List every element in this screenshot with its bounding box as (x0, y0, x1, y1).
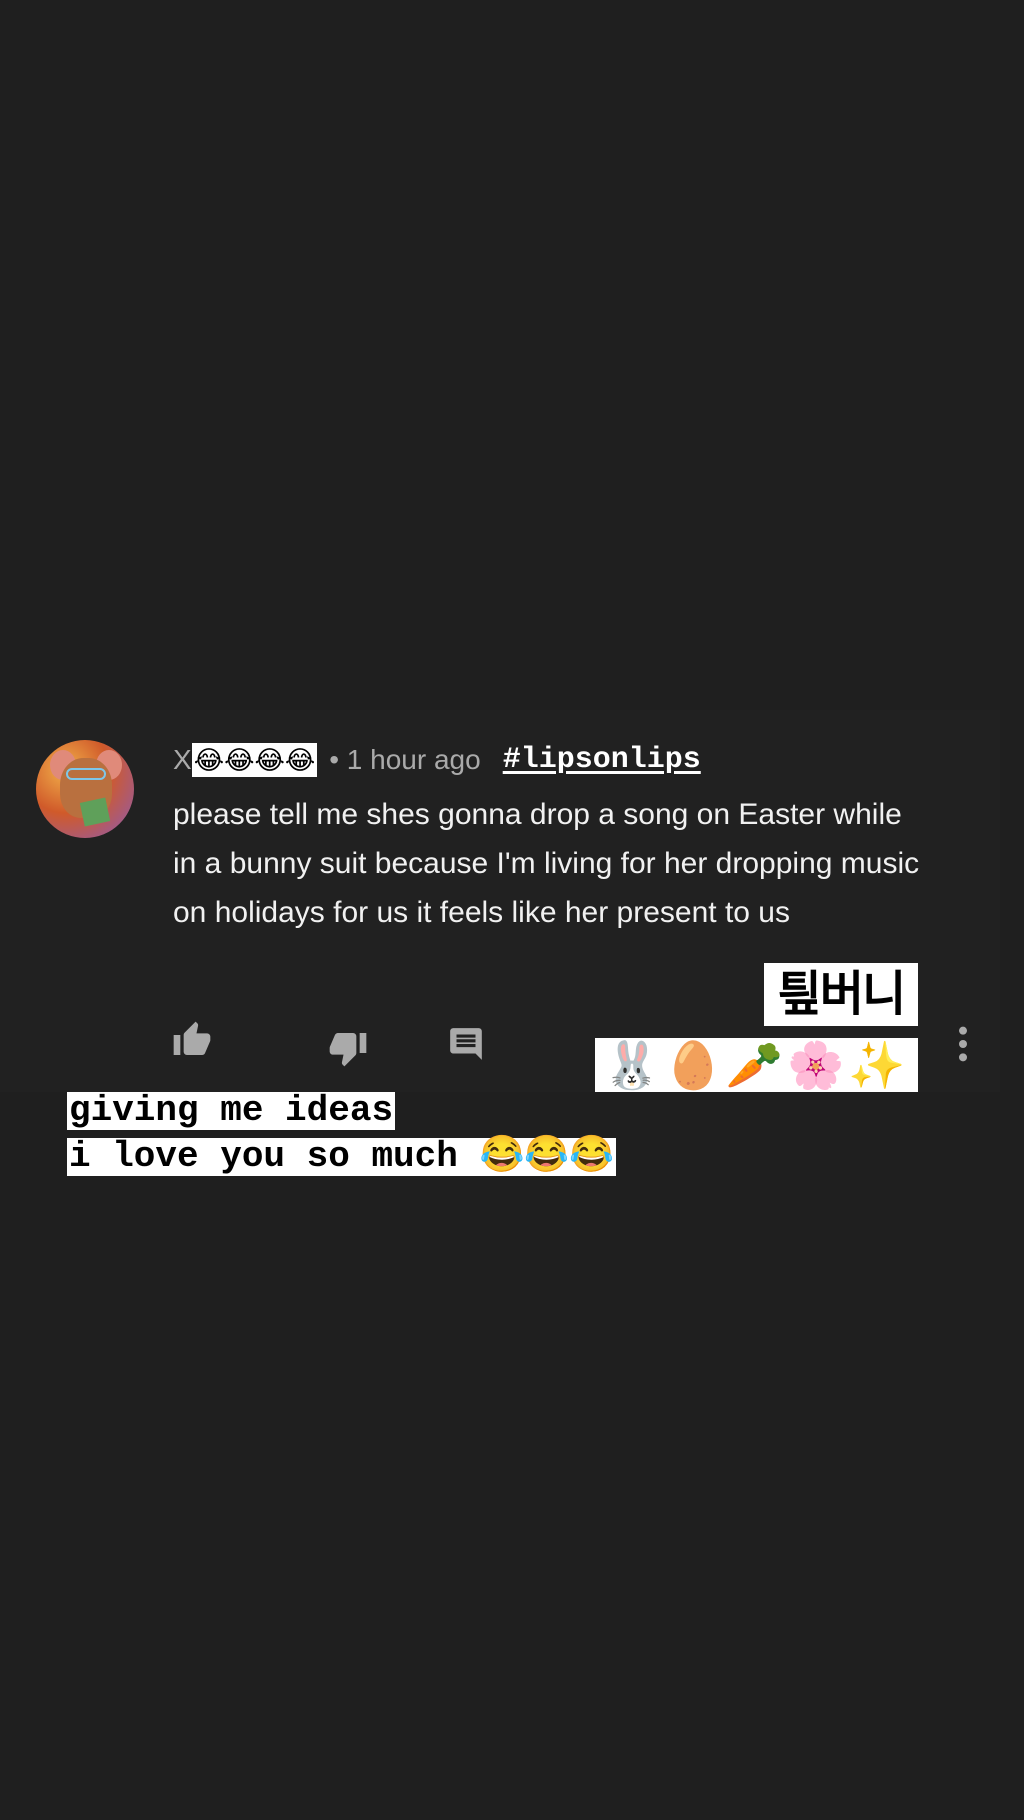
avatar-glasses (66, 768, 106, 780)
username-emoji-sticker: 😂😂😂😂 (191, 743, 318, 777)
comment-meta: X 😂😂😂😂 • 1 hour ago #lipsonlips (173, 740, 701, 780)
caption-line-2: i love you so much 😂😂😂 (67, 1136, 616, 1177)
like-button[interactable] (170, 1018, 214, 1062)
emoji-sticker: 🐰🥚🥕🌸✨ (595, 1038, 918, 1092)
comment-text: please tell me shes gonna drop a song on… (173, 798, 920, 929)
avatar[interactable] (36, 740, 134, 838)
comment-icon (450, 1028, 482, 1060)
hashtag-sticker: #lipsonlips (502, 743, 701, 777)
dislike-button[interactable] (326, 1026, 370, 1070)
korean-text-sticker: 틮버니 (764, 963, 918, 1026)
caption-line-1: giving me ideas (67, 1090, 396, 1131)
more-options-button[interactable] (950, 1024, 976, 1064)
comment-timestamp: • 1 hour ago (329, 744, 481, 775)
avatar-book (79, 797, 111, 827)
thumbs-down-icon (329, 1033, 367, 1067)
more-vertical-icon (959, 1026, 967, 1062)
thumbs-up-icon (173, 1021, 211, 1055)
reply-button[interactable] (446, 1024, 486, 1064)
comment-username[interactable]: X (173, 744, 192, 776)
